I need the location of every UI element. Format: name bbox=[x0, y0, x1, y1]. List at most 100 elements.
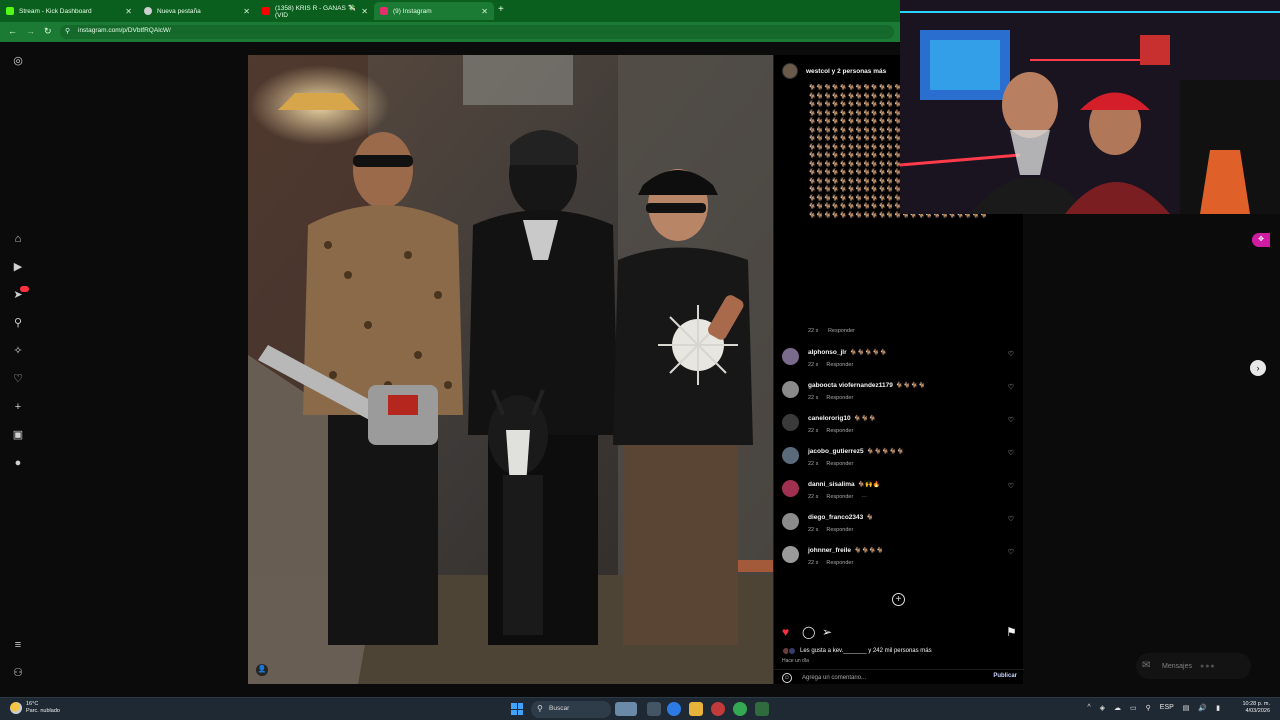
post-photo[interactable]: 👤 bbox=[248, 55, 773, 684]
file-explorer-icon[interactable] bbox=[689, 702, 703, 716]
new-tab-plus-icon[interactable]: + bbox=[498, 4, 504, 15]
chrome-browser-icon[interactable] bbox=[733, 702, 747, 716]
reply-link[interactable]: Responder bbox=[826, 428, 853, 434]
notifications-heart-icon[interactable]: ♡ bbox=[11, 372, 25, 386]
site-info-icon[interactable]: ⚲ bbox=[65, 27, 70, 35]
reply-link[interactable]: Responder bbox=[826, 527, 853, 533]
battery-icon[interactable]: ▮ bbox=[1216, 704, 1220, 712]
tab-youtube-video[interactable]: (1358) KRIS R - GANAS 💸 (VID ✕ bbox=[256, 2, 374, 20]
edge-browser-icon[interactable] bbox=[667, 702, 681, 716]
like-comment-heart-icon[interactable]: ♡ bbox=[1008, 515, 1014, 523]
commenter-avatar[interactable] bbox=[782, 546, 799, 563]
next-post-chevron-icon[interactable]: › bbox=[1250, 360, 1266, 376]
close-icon[interactable]: ✕ bbox=[481, 7, 488, 16]
commenter-avatar[interactable] bbox=[782, 447, 799, 464]
obs-app-icon[interactable] bbox=[711, 702, 725, 716]
likes-count-text[interactable]: Les gusta a kev._______ y 242 mil person… bbox=[800, 648, 932, 654]
load-more-comments-icon[interactable]: + bbox=[892, 593, 905, 606]
forward-arrow-icon[interactable]: → bbox=[26, 26, 35, 36]
home-icon[interactable]: ⌂ bbox=[11, 232, 25, 246]
language-indicator[interactable]: ESP bbox=[1160, 704, 1174, 712]
commenter-username[interactable]: canelororig10 🐐🐐🐐 bbox=[808, 415, 876, 422]
tab-instagram[interactable]: (9) Instagram ✕ bbox=[374, 2, 494, 20]
commenter-avatar[interactable] bbox=[782, 414, 799, 431]
instagram-logo-icon[interactable]: ◎ bbox=[11, 54, 25, 68]
emoji-smiley-icon[interactable]: ☺ bbox=[782, 673, 792, 683]
messages-button[interactable]: ✉ Mensajes ●●● bbox=[1136, 653, 1251, 679]
like-comment-heart-icon[interactable]: ♡ bbox=[1008, 482, 1014, 490]
commenter-avatar[interactable] bbox=[782, 381, 799, 398]
url-text: instagram.com/p/DVbtfRQAlcW/ bbox=[78, 27, 171, 34]
save-bookmark-icon[interactable]: ⚑ bbox=[1006, 625, 1017, 639]
commenter-username[interactable]: johnner_freile 🐐🐐🐐🐐 bbox=[808, 547, 884, 554]
search-icon[interactable]: ⚲ bbox=[11, 316, 25, 330]
profile-avatar-icon[interactable]: ● bbox=[11, 456, 25, 470]
show-hidden-icons-chevron-icon[interactable]: ^ bbox=[1087, 704, 1090, 712]
reply-link[interactable]: Responder bbox=[826, 560, 853, 566]
comment-bubble-icon[interactable]: ◯ bbox=[802, 625, 815, 639]
reply-link[interactable]: Responder bbox=[826, 395, 853, 401]
comment-text: 🐐🙌🔥 bbox=[857, 482, 881, 488]
post-author-row[interactable]: westcol y 2 personas más bbox=[782, 63, 886, 79]
meta-icon[interactable]: ⚇ bbox=[11, 666, 25, 680]
taskbar-clock[interactable]: 10:28 p. m. 4/03/2026 bbox=[1242, 701, 1270, 715]
like-comment-heart-icon[interactable]: ♡ bbox=[1008, 383, 1014, 391]
widgets-app-icon[interactable] bbox=[615, 702, 637, 716]
tab-new-tab[interactable]: Nueva pestaña ✕ bbox=[138, 2, 256, 20]
like-comment-heart-icon[interactable]: ♡ bbox=[1008, 548, 1014, 556]
taskbar-search[interactable]: ⚲ Buscar bbox=[531, 701, 611, 718]
menu-icon[interactable]: ≡ bbox=[11, 638, 25, 652]
tab-kick-dashboard[interactable]: Stream - Kick Dashboard ✕ bbox=[0, 2, 138, 20]
location-icon[interactable]: ⚲ bbox=[1146, 704, 1151, 712]
like-comment-heart-icon[interactable]: ♡ bbox=[1008, 350, 1014, 358]
dashboard-icon[interactable]: ▣ bbox=[11, 428, 25, 442]
kick-extension-icon[interactable]: ✥ bbox=[1252, 233, 1270, 247]
commenter-username[interactable]: alphonso_jlr 🐐🐐🐐🐐🐐 bbox=[808, 349, 887, 356]
reload-icon[interactable]: ↻ bbox=[44, 26, 52, 37]
comment-input[interactable] bbox=[802, 673, 972, 683]
commenter-avatar[interactable] bbox=[782, 513, 799, 530]
add-comment-bar: ☺ Publicar bbox=[774, 669, 1024, 684]
weather-widget[interactable]: 16°C Parc. nublado bbox=[10, 701, 60, 715]
close-icon[interactable]: ✕ bbox=[361, 7, 368, 16]
like-comment-heart-icon[interactable]: ♡ bbox=[1008, 416, 1014, 424]
close-icon[interactable]: ✕ bbox=[125, 7, 132, 16]
volume-icon[interactable]: 🔊 bbox=[1198, 704, 1207, 712]
network-icon[interactable]: ▤ bbox=[1183, 704, 1190, 712]
reply-link[interactable]: Responder bbox=[826, 494, 853, 500]
reply-link[interactable]: Responder bbox=[826, 461, 853, 467]
back-arrow-icon[interactable]: ← bbox=[8, 26, 17, 36]
tray-app-icon[interactable]: ◈ bbox=[1100, 704, 1105, 712]
like-comment-heart-icon[interactable]: ♡ bbox=[1008, 449, 1014, 457]
caption-reply-link[interactable]: Responder bbox=[828, 328, 855, 334]
author-avatar[interactable] bbox=[782, 63, 798, 79]
clock-time: 10:28 p. m. bbox=[1242, 701, 1270, 707]
comment-meta: 22 s Responder bbox=[808, 428, 861, 434]
windows-start-icon[interactable] bbox=[511, 703, 523, 715]
explore-icon[interactable]: ✧ bbox=[11, 344, 25, 358]
app-icon[interactable] bbox=[755, 702, 769, 716]
author-name[interactable]: westcol y 2 personas más bbox=[806, 68, 886, 75]
more-options-icon[interactable]: ··· bbox=[861, 494, 867, 500]
url-field[interactable]: ⚲ instagram.com/p/DVbtfRQAlcW/ bbox=[60, 25, 894, 39]
like-heart-icon[interactable]: ♥ bbox=[782, 625, 789, 639]
tray-app-icon[interactable]: ▭ bbox=[1130, 704, 1137, 712]
share-paper-plane-icon[interactable]: ➢ bbox=[822, 625, 832, 639]
tray-app-icon[interactable]: ☁ bbox=[1114, 704, 1121, 712]
commenter-username[interactable]: diego_franco2343 🐐 bbox=[808, 514, 874, 521]
commenter-username[interactable]: danni_sisalima 🐐🙌🔥 bbox=[808, 481, 880, 488]
publish-button[interactable]: Publicar bbox=[993, 673, 1017, 679]
tagged-users-icon[interactable]: 👤 bbox=[256, 664, 268, 676]
commenter-avatar[interactable] bbox=[782, 348, 799, 365]
reply-link[interactable]: Responder bbox=[826, 362, 853, 368]
comment-item: jacobo_gutierrez5 🐐🐐🐐🐐🐐 22 s Responder ♡ bbox=[782, 447, 1016, 477]
reels-icon[interactable]: ▶ bbox=[11, 260, 25, 274]
commenter-username[interactable]: gaboocta viofernandez1179 🐐🐐🐐🐐 bbox=[808, 382, 926, 389]
task-view-icon[interactable] bbox=[647, 702, 661, 716]
commenter-username[interactable]: jacobo_gutierrez5 🐐🐐🐐🐐🐐 bbox=[808, 448, 904, 455]
likes-row[interactable]: Les gusta a kev._______ y 242 mil person… bbox=[782, 647, 932, 655]
webcam-image bbox=[900, 0, 1280, 214]
create-plus-icon[interactable]: + bbox=[11, 400, 25, 414]
commenter-avatar[interactable] bbox=[782, 480, 799, 497]
close-icon[interactable]: ✕ bbox=[243, 7, 250, 16]
